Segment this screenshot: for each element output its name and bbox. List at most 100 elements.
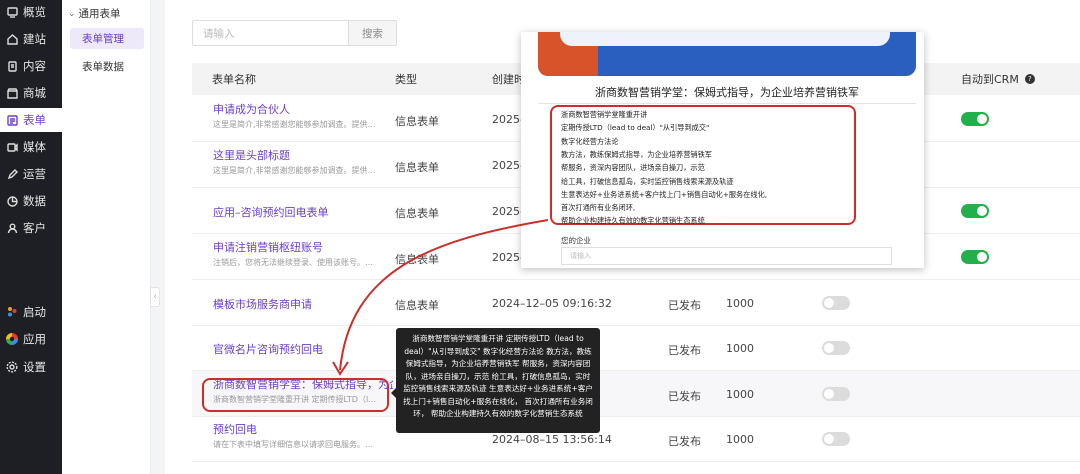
form-icon (6, 114, 18, 126)
nav-item-overview[interactable]: 概览 (0, 0, 62, 24)
crm-toggle[interactable] (961, 250, 989, 264)
nav-label: 客户 (23, 221, 46, 235)
preview-text-line: 教方法，教练保姆式指导，为企业培养营销铁军 (561, 149, 712, 159)
launch-icon (6, 306, 18, 318)
row-title-link[interactable]: 模板市场服务商申请 (213, 296, 312, 312)
document-icon (6, 60, 18, 72)
table-row[interactable]: 官微名片咨询预约回电 已发布 1000 (192, 325, 1080, 371)
row-title-link[interactable]: 申请注销营销枢纽账号 (213, 239, 323, 255)
description-tooltip: 浙商数智营销学堂隆重开讲 定期传授LTD（lead to deal）"从引导到成… (391, 328, 600, 433)
annotation-highlight-box (202, 378, 389, 412)
sub-group-header[interactable]: ⌄ 通用表单 (68, 6, 121, 21)
table-row[interactable]: 模板市场服务商申请 信息表单 2024–12–05 09:16:32 已发布 1000 (192, 280, 1080, 326)
search-input[interactable]: 请输入 (192, 20, 349, 46)
nav-label: 数据 (23, 194, 46, 208)
nav-label: 设置 (23, 360, 46, 374)
nav-item-store[interactable]: 商城 (0, 81, 62, 105)
row-count: 1000 (726, 388, 754, 401)
chevron-left-icon: ‹ (153, 292, 157, 302)
preview-field-label: 您的企业 (561, 236, 591, 245)
row-title-link[interactable]: 官微名片咨询预约回电 (213, 341, 323, 357)
nav-item-media[interactable]: 媒体 (0, 135, 62, 159)
preview-text-line: 数字化经营方法论 (561, 136, 619, 146)
nav-label: 建站 (23, 32, 46, 46)
store-icon (6, 87, 18, 99)
row-status: 已发布 (668, 299, 701, 312)
preview-text-line: 浙商数智营销学堂隆重开讲 (561, 110, 648, 119)
row-count: 1000 (726, 342, 754, 355)
crm-toggle[interactable] (822, 296, 850, 310)
crm-toggle[interactable] (961, 112, 989, 126)
header-name: 表单名称 (212, 73, 256, 86)
dashboard-icon (6, 6, 18, 18)
preview-title: 浙商数智营销学堂：保姆式指导，为企业培养营销铁军 (595, 86, 859, 99)
header-crm-label: 自动到CRM (961, 73, 1019, 86)
crm-toggle[interactable] (822, 432, 850, 446)
media-icon (6, 141, 18, 153)
row-count: 1000 (726, 297, 754, 310)
nav-item-data[interactable]: 数据 (0, 189, 62, 213)
sub-item-form-data[interactable]: 表单数据 (70, 56, 144, 77)
chevron-down-icon: ⌄ (68, 8, 76, 19)
nav-label: 内容 (23, 59, 46, 73)
sidebar-collapse-handle[interactable]: ‹ (150, 287, 160, 307)
nav-label: 媒体 (23, 140, 46, 154)
row-created-date: 2024–08–15 13:56:14 (492, 433, 612, 446)
nav-item-customer[interactable]: 客户 (0, 216, 62, 240)
row-count: 1000 (726, 433, 754, 446)
nav-label: 应用 (23, 332, 46, 346)
row-type: 信息表单 (395, 253, 439, 266)
crm-toggle[interactable] (961, 204, 989, 218)
row-type: 信息表单 (395, 299, 439, 312)
table-row[interactable]: 预约回电请在下表中填写详细信息以请求回电服务。… 2024–08–15 13:56… (192, 416, 1080, 462)
preview-text-line: 帮服务，资深内容团队，进场亲自操刀，示范 (561, 163, 705, 173)
row-status: 已发布 (668, 390, 701, 403)
nav-label: 概览 (23, 5, 46, 19)
preview-text-line: 帮助企业构建持久有效的数字化营销生态系统 (561, 216, 705, 226)
row-title-link[interactable]: 这里是头部标题 (213, 147, 290, 163)
nav-item-site[interactable]: 建站 (0, 27, 62, 51)
sub-item-form-manage[interactable]: 表单管理 (70, 28, 144, 49)
apps-icon (6, 333, 18, 345)
preview-text-line: 生意表达好+业务进系统+客户找上门+销售自动化+服务在线化, (561, 189, 768, 199)
nav-item-launch[interactable]: 启动 (0, 300, 62, 324)
preview-company-input[interactable]: 请输入 (561, 247, 892, 265)
row-type: 信息表单 (395, 115, 439, 128)
nav-item-form[interactable]: 表单 (0, 108, 62, 132)
help-icon[interactable]: ? (1024, 74, 1035, 84)
sub-group-label: 通用表单 (78, 8, 121, 20)
nav-label: 表单 (23, 113, 46, 127)
row-description: 请在下表中填写详细信息以请求回电服务。… (213, 440, 373, 449)
row-description: 注销后，您将无法继续登录、使用该账号。… (213, 258, 373, 267)
row-title-link[interactable]: 申请成为合伙人 (213, 101, 290, 117)
nav-item-settings[interactable]: 设置 (0, 355, 62, 379)
gear-icon (6, 361, 18, 373)
row-description: 这里是简介,非常感谢您能够参加调查。提供… (213, 120, 376, 129)
header-type: 类型 (395, 73, 417, 86)
sub-sidebar: ⌄ 通用表单 表单管理 表单数据 (62, 0, 151, 474)
row-type: 信息表单 (395, 161, 439, 174)
data-icon (6, 195, 18, 207)
header-crm: 自动到CRM ? (961, 63, 1035, 95)
main-nav: 概览 建站 内容 商城 表单 媒体 运营 数据 客户 启动 应用 设置 (0, 0, 62, 474)
form-preview-overlay: 浙商数智营销学堂：保姆式指导，为企业培养营销铁军 浙商数智营销学堂隆重开讲 定期传… (521, 32, 924, 268)
nav-item-operation[interactable]: 运营 (0, 162, 62, 186)
row-title-link[interactable]: 预约回电 (213, 421, 257, 437)
nav-item-content[interactable]: 内容 (0, 54, 62, 78)
row-type: 信息表单 (395, 207, 439, 220)
crm-toggle[interactable] (822, 341, 850, 355)
row-description: 这里是简介,非常感谢您能够参加调查。提供… (213, 166, 376, 175)
search-button[interactable]: 搜索 (348, 20, 397, 46)
row-status: 已发布 (668, 435, 701, 448)
user-icon (6, 222, 18, 234)
row-title-link[interactable]: 应用–咨询预约回电表单 (213, 204, 329, 220)
nav-label: 商城 (23, 86, 46, 100)
nav-item-apps[interactable]: 应用 (0, 327, 62, 351)
preview-banner-image (538, 32, 916, 76)
preview-divider (538, 103, 916, 104)
preview-text-line: 首次打通所有业务闭环, (561, 203, 636, 213)
nav-label: 运营 (23, 167, 46, 181)
crm-toggle[interactable] (822, 387, 850, 401)
edit-icon (6, 168, 18, 180)
row-status: 已发布 (668, 344, 701, 357)
